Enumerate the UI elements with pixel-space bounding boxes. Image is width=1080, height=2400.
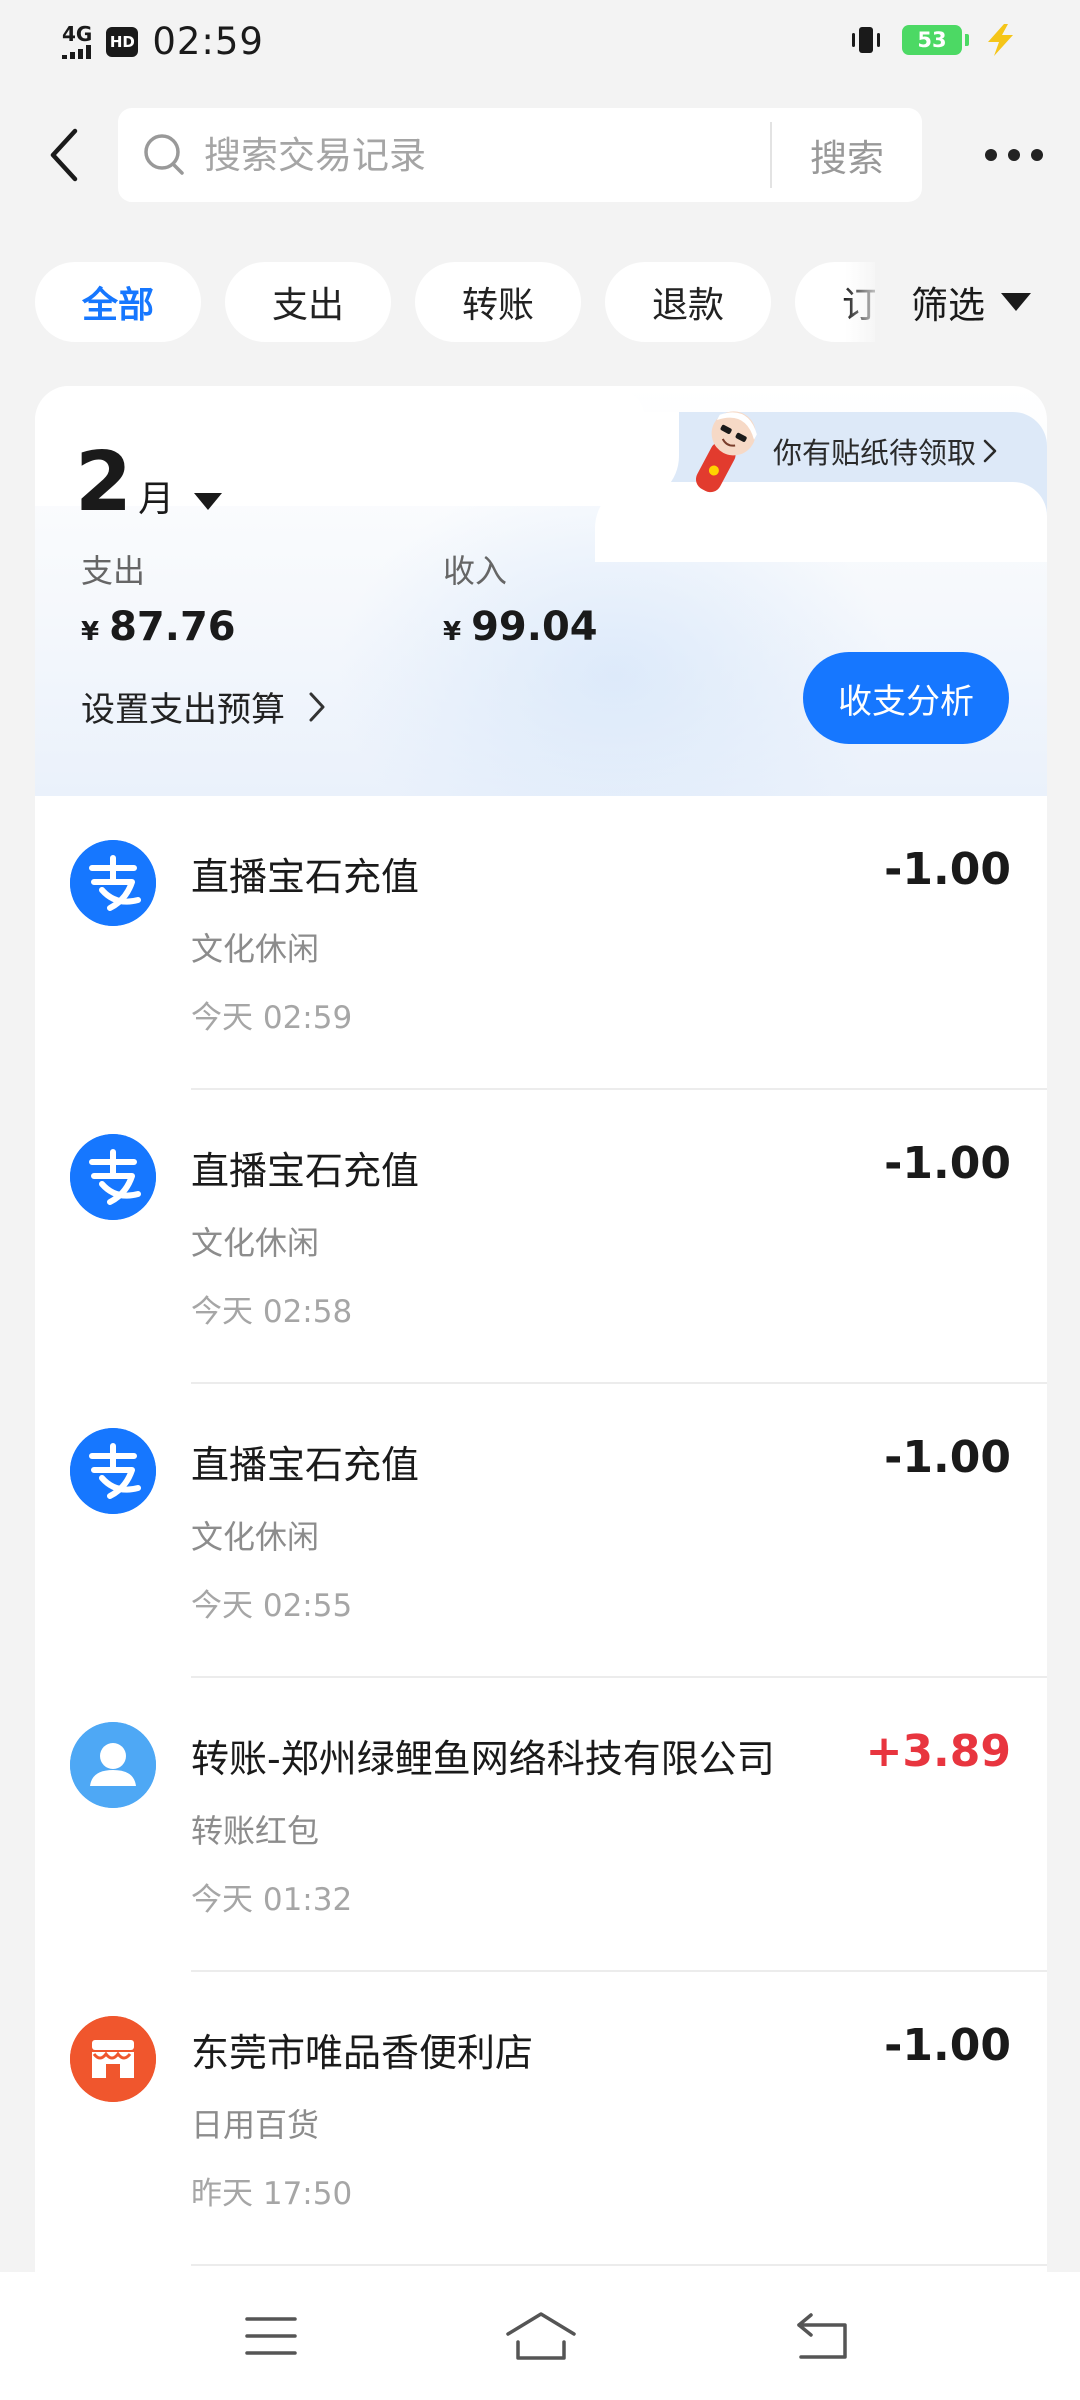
status-right: 53	[848, 22, 1020, 58]
status-time: 02:59	[152, 20, 264, 63]
month-number: 2	[75, 435, 133, 530]
status-bar: 4G HD 02:59 53	[0, 0, 1080, 84]
transaction-title: 直播宝石充值	[191, 1443, 420, 1487]
transaction-title: 东莞市唯品香便利店	[191, 2031, 534, 2075]
menu-icon	[245, 2317, 297, 2355]
transaction-title: 直播宝石充值	[191, 1149, 420, 1193]
transaction-amount: -1.00	[884, 844, 1011, 895]
caret-down-icon	[194, 493, 223, 510]
caret-down-icon	[1001, 293, 1031, 311]
store-icon	[70, 2016, 156, 2102]
transaction-category: 文化休闲	[191, 930, 320, 968]
month-selector[interactable]: 2 月	[75, 435, 223, 530]
alipay-icon	[70, 1134, 156, 1220]
card-content: 你有贴纸待领取 2 月 支出 ¥ 87.76 收入 ¥ 99.04 设置支出预算…	[35, 386, 1047, 796]
transaction-time: 今天 02:59	[191, 1000, 353, 1036]
filter-chips[interactable]: 全部 支出 转账 退款 订单	[35, 262, 875, 342]
set-budget-link[interactable]: 设置支出预算	[81, 682, 327, 731]
expense-summary: 支出 ¥ 87.76	[81, 546, 236, 650]
more-dot	[1031, 149, 1043, 161]
income-currency: ¥	[443, 617, 462, 647]
income-label: 收入	[443, 552, 508, 590]
transaction-title: 转账-郑州绿鲤鱼网络科技有限公司	[191, 1737, 775, 1781]
battery-icon: 53	[902, 25, 969, 55]
chevron-right-icon	[309, 692, 325, 721]
search-input[interactable]	[204, 108, 864, 202]
chip-refund[interactable]: 退款	[605, 262, 771, 342]
month-summary-card: 你有贴纸待领取 2 月 支出 ¥ 87.76 收入 ¥ 99.04 设置支出预算…	[35, 386, 1047, 796]
transaction-category: 转账红包	[191, 1812, 320, 1850]
hd-badge: HD	[106, 26, 139, 57]
more-dot	[1008, 149, 1020, 161]
transaction-category: 日用百货	[191, 2106, 320, 2144]
budget-label: 设置支出预算	[81, 690, 285, 730]
person-icon	[70, 1722, 156, 1808]
back-button[interactable]	[30, 120, 100, 190]
transaction-item[interactable]: 直播宝石充值 文化休闲 今天 02:58 -1.00	[35, 1090, 1047, 1384]
transaction-category: 文化休闲	[191, 1224, 320, 1262]
back-arrow-icon	[797, 2313, 847, 2359]
network-label: 4G	[62, 22, 93, 46]
home-button[interactable]	[496, 2306, 586, 2366]
status-left: 4G HD 02:59	[62, 20, 264, 63]
alipay-icon	[70, 840, 156, 926]
expense-label: 支出	[81, 552, 146, 590]
network-indicator: 4G	[62, 24, 92, 59]
bill-page: 4G HD 02:59 53 搜索交易记录 搜索 全部 支出 转账 退款 筛选 …	[0, 0, 1080, 2400]
home-icon	[506, 2312, 576, 2360]
transaction-amount: -1.00	[884, 2020, 1011, 2071]
system-nav-bar	[0, 2272, 1080, 2400]
chevron-left-icon	[50, 128, 78, 182]
expense-currency: ¥	[81, 617, 100, 647]
chip-expense[interactable]: 支出	[225, 262, 391, 342]
transaction-item[interactable]: 东莞市唯品香便利店 日用百货 昨天 17:50 -1.00	[35, 1972, 1047, 2266]
back-nav-button[interactable]	[778, 2306, 868, 2366]
income-value: 99.04	[471, 604, 598, 650]
transaction-item[interactable]: 转账-郑州绿鲤鱼网络科技有限公司 转账红包 今天 01:32 +3.89	[35, 1678, 1047, 1972]
transaction-time: 今天 02:55	[191, 1588, 353, 1624]
more-dot	[985, 149, 997, 161]
filter-button[interactable]: 筛选	[885, 262, 1065, 342]
transaction-item[interactable]: 直播宝石充值 文化休闲 今天 02:55 -1.00	[35, 1384, 1047, 1678]
sticker-text[interactable]: 你有贴纸待领取	[773, 430, 998, 472]
filter-label: 筛选	[911, 284, 985, 327]
alipay-icon	[70, 1428, 156, 1514]
card-top-right	[595, 482, 1047, 562]
transaction-amount: -1.00	[884, 1432, 1011, 1483]
income-amount: ¥ 99.04	[443, 604, 598, 650]
transaction-time: 今天 02:58	[191, 1294, 353, 1330]
transaction-title: 直播宝石充值	[191, 855, 420, 899]
charging-icon	[988, 24, 1013, 56]
filter-fade	[845, 262, 885, 342]
income-expense-analysis-button[interactable]: 收支分析	[803, 652, 1009, 744]
mascot-sticker-icon	[695, 411, 757, 493]
month-unit: 月	[138, 479, 175, 520]
search-box[interactable]: 搜索	[118, 108, 922, 202]
transaction-amount: +3.89	[865, 1726, 1011, 1777]
expense-value: 87.76	[109, 604, 236, 650]
chip-transfer[interactable]: 转账	[415, 262, 581, 342]
income-summary: 收入 ¥ 99.04	[443, 546, 598, 650]
transaction-amount: -1.00	[884, 1138, 1011, 1189]
transaction-category: 文化休闲	[191, 1518, 320, 1556]
transaction-time: 今天 01:32	[191, 1882, 353, 1918]
divider	[191, 2264, 1047, 2266]
transaction-item[interactable]: 直播宝石充值 文化休闲 今天 02:59 -1.00	[35, 796, 1047, 1090]
chip-all[interactable]: 全部	[35, 262, 201, 342]
expense-amount: ¥ 87.76	[81, 604, 236, 650]
sticker-label: 你有贴纸待领取	[773, 436, 977, 470]
search-button[interactable]: 搜索	[772, 108, 922, 202]
filter-bar: 全部 支出 转账 退款 订单 筛选	[0, 262, 1080, 342]
signal-icon	[62, 45, 91, 59]
vibrate-icon	[852, 27, 880, 53]
header: 搜索	[0, 108, 1080, 202]
search-icon	[144, 134, 184, 175]
transaction-time: 昨天 17:50	[191, 2176, 353, 2212]
transaction-list: 直播宝石充值 文化休闲 今天 02:59 -1.00 直播宝石充值 文化休闲 今…	[35, 796, 1047, 2272]
chevron-right-icon	[983, 439, 997, 463]
more-button[interactable]	[974, 130, 1054, 180]
menu-button[interactable]	[226, 2306, 316, 2366]
